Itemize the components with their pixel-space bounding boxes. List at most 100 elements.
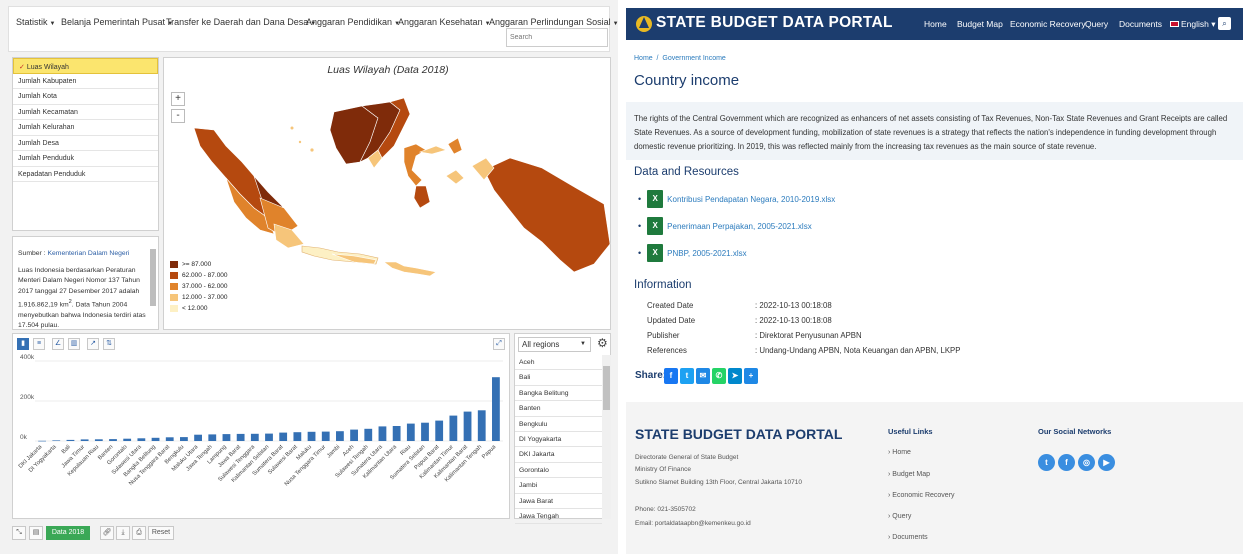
more-share-icon[interactable]: + — [744, 368, 758, 384]
whatsapp-share-icon[interactable]: ✆ — [712, 368, 726, 384]
region-nusa-tenggara[interactable] — [383, 261, 437, 277]
bar[interactable] — [307, 431, 316, 441]
resource-item[interactable]: • X Kontribusi Pendapatan Negara, 2010-201… — [638, 190, 835, 208]
bar[interactable] — [293, 432, 302, 441]
indicator-item[interactable]: Jumlah Kelurahan — [13, 120, 158, 136]
download-icon[interactable]: ⤓ — [116, 526, 130, 540]
bar[interactable] — [449, 415, 458, 441]
bar[interactable] — [321, 431, 330, 441]
language-selector[interactable]: English ▾ — [1170, 19, 1216, 30]
nav-anggaran-pendidikan[interactable]: Anggaran Pendidikan ▼ — [306, 17, 400, 27]
indicator-item-luas-wilayah[interactable]: ✓ Luas Wilayah — [13, 58, 158, 74]
footer-link-budget-map[interactable]: › Budget Map — [888, 471, 930, 478]
resource-item[interactable]: • X Penerimaan Perpajakan, 2005-2021.xlsx — [638, 217, 812, 235]
bar[interactable] — [421, 422, 429, 441]
indicator-item[interactable]: Jumlah Desa — [13, 136, 158, 151]
footer-link-documents[interactable]: › Documents — [888, 534, 928, 541]
bar[interactable] — [279, 432, 288, 441]
region-item[interactable]: Bangka Belitung — [515, 386, 602, 402]
footer-link-economic-recovery[interactable]: › Economic Recovery — [888, 492, 955, 499]
nav-anggaran-perlindungan-sosial[interactable]: Anggaran Perlindungan Sosial ▼ — [489, 17, 618, 27]
calendar-icon[interactable]: ▤ — [29, 526, 43, 540]
region-item[interactable]: Banten — [515, 401, 602, 417]
region-babel[interactable] — [310, 148, 314, 152]
search-input[interactable] — [506, 28, 608, 47]
nav-home[interactable]: Home — [924, 19, 947, 29]
footer-link-home[interactable]: › Home — [888, 449, 911, 456]
facebook-icon[interactable]: f — [1058, 454, 1075, 471]
region-scroll-thumb[interactable] — [603, 366, 610, 410]
bar[interactable] — [336, 431, 344, 441]
region-sulawesi[interactable] — [403, 143, 427, 187]
bar[interactable] — [392, 426, 401, 441]
bar[interactable] — [137, 438, 146, 441]
bar[interactable] — [364, 428, 373, 441]
footer-link-query[interactable]: › Query — [888, 513, 911, 520]
search-icon[interactable]: ⌕ — [1218, 17, 1231, 30]
source-scrollbar[interactable] — [150, 249, 156, 306]
bar[interactable] — [378, 426, 387, 441]
nav-belanja-pemerintah-pusat[interactable]: Belanja Pemerintah Pusat ▼ — [61, 17, 173, 27]
region-papua[interactable] — [483, 157, 611, 273]
resource-item[interactable]: • X PNBP, 2005-2021.xlsx — [638, 244, 747, 262]
region-maluku[interactable] — [445, 169, 465, 185]
bar[interactable] — [222, 434, 231, 441]
facebook-share-icon[interactable]: f — [664, 368, 678, 384]
nav-statistik[interactable]: Statistik ▼ — [16, 17, 55, 27]
indicator-item[interactable]: Jumlah Kecamatan — [13, 105, 158, 120]
nav-anggaran-kesehatan[interactable]: Anggaran Kesehatan ▼ — [398, 17, 491, 27]
bar[interactable] — [236, 433, 245, 441]
region-item[interactable]: Jawa Tengah — [515, 509, 602, 525]
region-dropdown[interactable]: All regions ▼ — [518, 337, 591, 352]
bar[interactable] — [492, 377, 500, 441]
year-badge[interactable]: Data 2018 — [46, 526, 90, 540]
footer-email[interactable]: Email: portaldataapbn@kemenkeu.go.id — [635, 520, 751, 527]
print-icon[interactable]: ⎙ — [132, 526, 146, 540]
bar[interactable] — [435, 420, 444, 441]
indicator-item[interactable]: Jumlah Kota — [13, 89, 158, 105]
bar[interactable] — [265, 433, 273, 441]
nav-economic-recovery[interactable]: Economic Recovery — [1010, 19, 1086, 29]
bar[interactable] — [165, 437, 174, 441]
nav-documents[interactable]: Documents — [1119, 19, 1162, 29]
region-item[interactable]: Jambi — [515, 478, 602, 494]
region-malut[interactable] — [447, 137, 463, 155]
region-item[interactable]: Bali — [515, 370, 602, 386]
fullscreen-icon[interactable]: ⤡ — [12, 526, 26, 540]
region-item[interactable]: DKI Jakarta — [515, 447, 602, 463]
region-item[interactable]: Aceh — [515, 355, 602, 371]
region-item[interactable]: Bengkulu — [515, 417, 602, 432]
bar[interactable] — [52, 440, 61, 441]
instagram-icon[interactable]: ◎ — [1078, 454, 1095, 471]
youtube-icon[interactable]: ▶ — [1098, 454, 1115, 471]
telegram-share-icon[interactable]: ➤ — [728, 368, 742, 384]
bar[interactable] — [151, 437, 160, 441]
region-sultra[interactable] — [413, 185, 431, 209]
bar[interactable] — [477, 410, 486, 441]
breadcrumb[interactable]: Home / Government Income — [634, 55, 726, 62]
email-share-icon[interactable]: ✉ — [696, 368, 710, 384]
portal-brand[interactable]: STATE BUDGET DATA PORTAL — [656, 14, 893, 32]
bar[interactable] — [194, 434, 202, 441]
bar[interactable] — [38, 440, 46, 442]
region-item[interactable]: DI Yogyakarta — [515, 432, 602, 448]
bar[interactable] — [94, 439, 103, 441]
reset-button[interactable]: Reset — [148, 526, 174, 540]
bar[interactable] — [208, 434, 217, 441]
source-link[interactable]: Kementerian Dalam Negeri — [47, 250, 129, 257]
bar[interactable] — [250, 433, 259, 441]
nav-budget-map[interactable]: Budget Map — [957, 19, 1003, 29]
link-icon[interactable]: 🔗︎ — [100, 526, 114, 540]
bar[interactable] — [180, 437, 188, 441]
indicator-item[interactable]: Kepadatan Penduduk — [13, 167, 158, 182]
bar[interactable] — [109, 439, 117, 441]
indicator-item[interactable]: Jumlah Kabupaten — [13, 74, 158, 89]
bar[interactable] — [350, 429, 358, 441]
indicator-item[interactable]: Jumlah Penduduk — [13, 151, 158, 167]
twitter-icon[interactable]: t — [1038, 454, 1055, 471]
region-item[interactable]: Gorontalo — [515, 463, 602, 479]
nav-transfer-daerah[interactable]: Transfer ke Daerah dan Dana Desa ▼ — [166, 17, 316, 27]
bar[interactable] — [66, 439, 75, 441]
nav-query[interactable]: Query — [1085, 19, 1108, 29]
bar[interactable] — [123, 438, 132, 441]
